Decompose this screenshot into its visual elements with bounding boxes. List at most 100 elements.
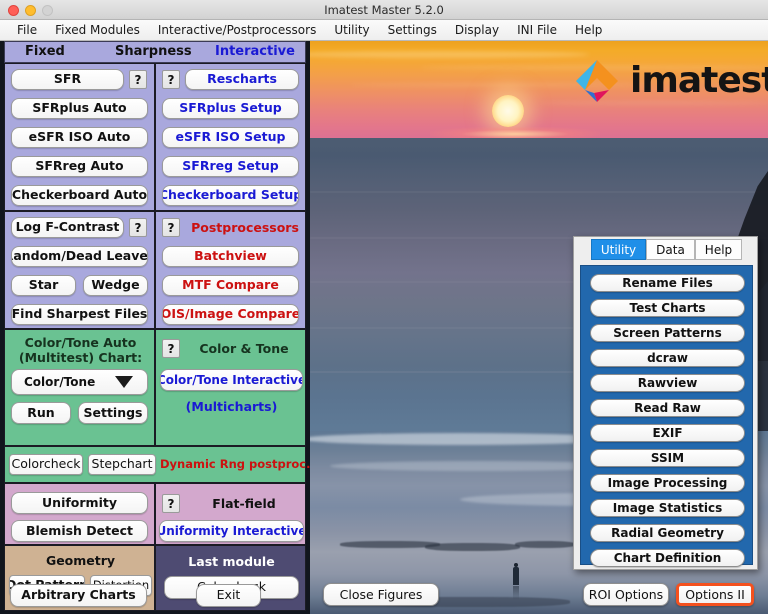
sfrplus-auto-button[interactable]: SFRplus Auto [11, 98, 148, 119]
wedge-button[interactable]: Wedge [83, 275, 148, 296]
sharpness-fixed-section: SFR ? SFRplus Auto eSFR ISO Auto SFRreg … [4, 63, 155, 211]
person-reflection [513, 586, 519, 600]
postprocessors-help-button[interactable]: ? [162, 218, 180, 237]
last-module-title: Last module [156, 555, 307, 568]
exif-button[interactable]: EXIF [590, 424, 745, 442]
close-figures-button[interactable]: Close Figures [323, 583, 439, 606]
header-interactive-label: Interactive [215, 42, 295, 62]
menu-fixed-modules[interactable]: Fixed Modules [46, 21, 149, 40]
rename-files-button[interactable]: Rename Files [590, 274, 745, 292]
checkerboard-setup-button[interactable]: Checkerboard Setup [162, 185, 299, 206]
menu-ini-file[interactable]: INI File [508, 21, 566, 40]
menu-bar: File Fixed Modules Interactive/Postproce… [0, 20, 768, 41]
tab-utility[interactable]: Utility [591, 239, 646, 260]
sharpness-interactive-section: ? Rescharts SFRplus Setup eSFR ISO Setup… [155, 63, 306, 211]
uniformity-interactive-button[interactable]: Uniformity Interactive [159, 520, 304, 542]
esfr-iso-auto-button[interactable]: eSFR ISO Auto [11, 127, 148, 148]
chart-definition-button[interactable]: Chart Definition [590, 549, 745, 567]
imatest-logo: imatest ® [573, 57, 768, 105]
menu-settings[interactable]: Settings [379, 21, 446, 40]
utility-tab-strip: Utility Data Help [574, 239, 759, 261]
settings-button[interactable]: Settings [78, 402, 148, 424]
tab-help[interactable]: Help [695, 239, 742, 260]
imatest-logo-mark [573, 57, 621, 105]
header-sharpness-label: Sharpness [115, 42, 192, 62]
imatest-wordmark: imatest ® [630, 63, 768, 99]
imatest-diamond-icon [573, 57, 621, 105]
rawview-button[interactable]: Rawview [590, 374, 745, 392]
postprocessors-interactive-section: ? Postprocessors Batchview MTF Compare O… [155, 211, 306, 329]
utility-window: Utility Data Help Rename Files Test Char… [573, 236, 758, 570]
log-f-contrast-help-button[interactable]: ? [129, 218, 147, 237]
sfr-button[interactable]: SFR [11, 69, 124, 90]
find-sharpest-files-button[interactable]: Find Sharpest Files [11, 304, 148, 325]
options-ii-button[interactable]: Options II [676, 583, 754, 606]
rescharts-button[interactable]: Rescharts [185, 69, 299, 90]
run-button[interactable]: Run [11, 402, 71, 424]
image-processing-button[interactable]: Image Processing [590, 474, 745, 492]
star-button[interactable]: Star [11, 275, 76, 296]
uniformity-button[interactable]: Uniformity [11, 492, 148, 514]
sfrreg-setup-button[interactable]: SFRreg Setup [162, 156, 299, 177]
chart-select-dropdown[interactable]: Color/Tone [11, 369, 148, 395]
chart-select-chevron-down-icon [115, 376, 133, 388]
read-raw-button[interactable]: Read Raw [590, 399, 745, 417]
log-f-contrast-button[interactable]: Log F-Contrast [11, 217, 124, 238]
test-charts-button[interactable]: Test Charts [590, 299, 745, 317]
panel-header-row: Fixed Sharpness Interactive [4, 41, 306, 63]
exit-button[interactable]: Exit [196, 584, 261, 607]
menu-file[interactable]: File [8, 21, 46, 40]
imatest-wordmark-text: imatest [630, 60, 768, 101]
sfrplus-setup-button[interactable]: SFRplus Setup [162, 98, 299, 119]
color-tone-section-title: Color & Tone [186, 342, 302, 355]
esfr-iso-setup-button[interactable]: eSFR ISO Setup [162, 127, 299, 148]
ssim-button[interactable]: SSIM [590, 449, 745, 467]
person-silhouette [513, 563, 519, 585]
sun [492, 95, 524, 127]
chart-select-value: Color/Tone [12, 375, 115, 389]
multicharts-label: (Multicharts) [156, 400, 307, 413]
random-dead-leaves-button[interactable]: Random/Dead Leaves [11, 246, 148, 267]
menu-utility[interactable]: Utility [325, 21, 378, 40]
menu-help[interactable]: Help [566, 21, 611, 40]
color-tone-interactive-button[interactable]: Color/Tone Interactive [160, 369, 303, 391]
color-tone-help-button[interactable]: ? [162, 339, 180, 358]
tab-data[interactable]: Data [646, 239, 695, 260]
color-tone-extra-row: Colorcheck Stepchart Dynamic Rng postpro… [4, 446, 306, 483]
mtf-compare-button[interactable]: MTF Compare [162, 275, 299, 296]
color-tone-interactive-section: ? Color & Tone Color/Tone Interactive (M… [155, 329, 306, 446]
batchview-button[interactable]: Batchview [162, 246, 299, 267]
color-tone-auto-title-line1: Color/Tone Auto [5, 336, 156, 349]
rescharts-help-button[interactable]: ? [162, 70, 180, 89]
color-tone-auto-title-line2: (Multitest) Chart: [5, 351, 156, 364]
postprocessors-fixed-section: Log F-Contrast ? Random/Dead Leaves Star… [4, 211, 155, 329]
sfrreg-auto-button[interactable]: SFRreg Auto [11, 156, 148, 177]
stepchart-button[interactable]: Stepchart [88, 454, 156, 475]
color-tone-auto-section: Color/Tone Auto (Multitest) Chart: Color… [4, 329, 155, 446]
image-statistics-button[interactable]: Image Statistics [590, 499, 745, 517]
postprocessors-title: Postprocessors [189, 221, 301, 234]
sandbar [515, 541, 575, 548]
header-fixed-label: Fixed [25, 42, 65, 62]
roi-options-button[interactable]: ROI Options [583, 583, 669, 606]
dcraw-button[interactable]: dcraw [590, 349, 745, 367]
arbitrary-charts-button[interactable]: Arbitrary Charts [10, 584, 147, 607]
flatfield-help-button[interactable]: ? [162, 494, 180, 513]
checkerboard-auto-button[interactable]: Checkerboard Auto [11, 185, 148, 206]
screen-patterns-button[interactable]: Screen Patterns [590, 324, 745, 342]
flatfield-interactive-section: ? Flat-field Uniformity Interactive [155, 483, 306, 545]
menu-interactive-postprocessors[interactable]: Interactive/Postprocessors [149, 21, 325, 40]
imatest-main-window: Imatest Master 5.2.0 File Fixed Modules … [0, 0, 768, 614]
radial-geometry-button[interactable]: Radial Geometry [590, 524, 745, 542]
ois-image-compare-button[interactable]: OIS/Image Compare [162, 304, 299, 325]
geometry-title: Geometry [5, 554, 156, 567]
sfr-help-button[interactable]: ? [129, 70, 147, 89]
sandbar [425, 543, 520, 551]
menu-display[interactable]: Display [446, 21, 508, 40]
uniformity-fixed-section: Uniformity Blemish Detect [4, 483, 155, 545]
window-titlebar: Imatest Master 5.2.0 [0, 0, 768, 20]
colorcheck-button[interactable]: Colorcheck [9, 454, 83, 475]
left-control-panel: Fixed Sharpness Interactive SFR ? SFRplu… [0, 41, 310, 614]
blemish-detect-button[interactable]: Blemish Detect [11, 520, 148, 542]
dynamic-range-postproc-label[interactable]: Dynamic Rng postproc. [160, 458, 306, 470]
